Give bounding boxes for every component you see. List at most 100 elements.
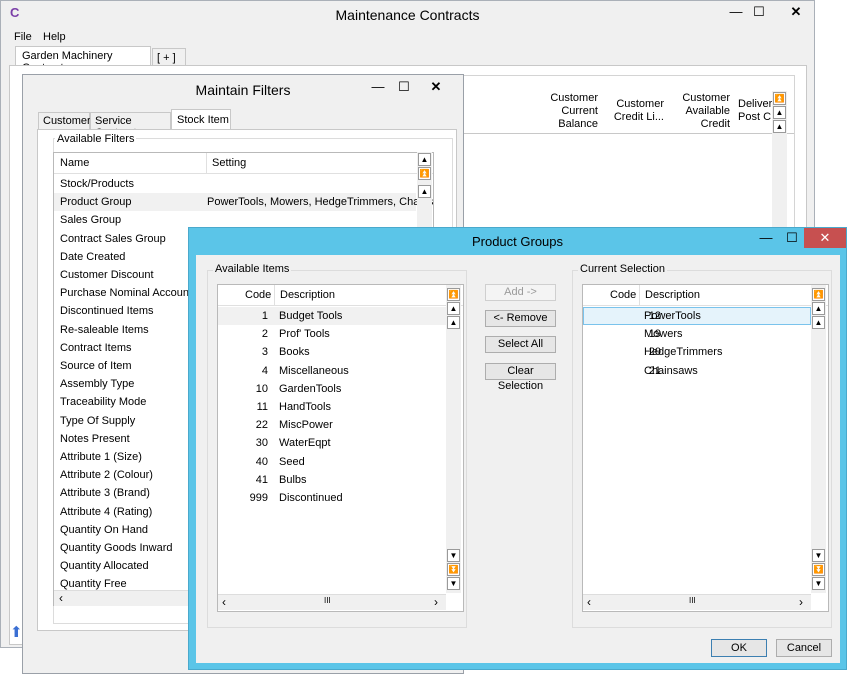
column-header-line: Balance bbox=[558, 118, 598, 130]
tab-add-new[interactable]: [ + ] bbox=[152, 48, 186, 66]
product-groups-titlebar[interactable]: Product Groups — ☐ ✕ bbox=[189, 228, 846, 254]
filter-name: Source of Item bbox=[60, 360, 132, 372]
available-item-row[interactable]: 1 Budget Tools bbox=[218, 307, 446, 325]
scroll-up-button[interactable]: ▲ bbox=[418, 153, 431, 166]
main-titlebar[interactable]: C Maintenance Contracts — ☐ ✕ bbox=[1, 1, 814, 29]
filter-name: Quantity Allocated bbox=[60, 560, 149, 573]
menu-help[interactable]: Help bbox=[43, 31, 66, 43]
clear-selection-button[interactable]: Clear Selection bbox=[485, 363, 556, 392]
column-setting[interactable]: Setting bbox=[206, 153, 246, 173]
filter-row[interactable]: Stock/Products bbox=[54, 175, 416, 193]
available-item-row[interactable]: 3 Books bbox=[218, 343, 446, 361]
scroll-up-button[interactable]: ▲ bbox=[418, 185, 431, 198]
scroll-down-button[interactable]: ▼ bbox=[812, 577, 825, 590]
tab-stock-item[interactable]: Stock Item bbox=[171, 109, 231, 130]
scroll-top-button[interactable]: ⏫ bbox=[812, 288, 825, 301]
column-code[interactable]: Code bbox=[245, 285, 271, 305]
item-code: 40 bbox=[255, 455, 268, 468]
current-selection-label: Current Selection bbox=[578, 263, 667, 275]
scroll-up-button[interactable]: ▲ bbox=[447, 316, 460, 329]
tab-garden-machinery-contracts[interactable]: Garden Machinery Contracts bbox=[15, 46, 151, 74]
scroll-left-button[interactable]: ‹ bbox=[587, 595, 591, 609]
selected-item-row[interactable]: 20 HedgeTrimmers bbox=[583, 343, 811, 361]
filters-titlebar[interactable]: Maintain Filters — ☐ ✕ bbox=[23, 75, 463, 103]
available-item-row[interactable]: 30 WaterEqpt bbox=[218, 434, 446, 452]
filter-name: Attribute 4 (Rating) bbox=[60, 505, 153, 518]
scroll-up-button[interactable]: ▲ bbox=[773, 120, 786, 133]
column-header-line: Post C bbox=[738, 111, 772, 123]
ok-button[interactable]: OK bbox=[711, 639, 767, 657]
scroll-down-button[interactable]: ▼ bbox=[812, 549, 825, 562]
home-icon[interactable]: ⬆ bbox=[10, 623, 23, 641]
available-item-row[interactable]: 999 Discontinued bbox=[218, 489, 446, 507]
menu-file[interactable]: File bbox=[14, 31, 32, 43]
scroll-up-button[interactable]: ▲ bbox=[812, 316, 825, 329]
scroll-bottom-button[interactable]: ⏬ bbox=[812, 563, 825, 576]
scroll-up-button[interactable]: ▲ bbox=[773, 106, 786, 119]
filter-row[interactable]: Product Group PowerTools, Mowers, HedgeTr… bbox=[54, 193, 433, 212]
dialog-close-button[interactable]: ✕ bbox=[804, 228, 846, 248]
remove-button[interactable]: <- Remove bbox=[485, 310, 556, 327]
filter-name: Type Of Supply bbox=[60, 414, 136, 427]
filters-maximize-button[interactable]: ☐ bbox=[389, 77, 419, 97]
available-item-row[interactable]: 22 MiscPower bbox=[218, 416, 446, 434]
dialog-maximize-button[interactable]: ☐ bbox=[777, 228, 807, 248]
product-groups-body: Available Items Code Description 1 Budget… bbox=[196, 255, 840, 663]
available-horizontal-scrollbar[interactable]: ‹ III › bbox=[218, 594, 446, 610]
column-name[interactable]: Name bbox=[60, 153, 89, 173]
scroll-up-button[interactable]: ▲ bbox=[812, 302, 825, 315]
cancel-button[interactable]: Cancel bbox=[776, 639, 832, 657]
available-item-row[interactable]: 40 Seed bbox=[218, 453, 446, 471]
column-available-credit[interactable]: Customer Available Credit bbox=[668, 92, 730, 131]
scroll-right-button[interactable]: › bbox=[799, 595, 803, 609]
column-header-line: Customer bbox=[682, 92, 730, 104]
filter-name: Traceability Mode bbox=[60, 396, 147, 409]
scroll-up-button[interactable]: ▲ bbox=[447, 302, 460, 315]
selected-item-row[interactable]: 12 PowerTools bbox=[583, 307, 811, 325]
filter-setting: PowerTools, Mowers, HedgeTrimmers, Chain… bbox=[207, 196, 434, 209]
available-item-row[interactable]: 10 GardenTools bbox=[218, 380, 446, 398]
scroll-top-button[interactable]: ⏫ bbox=[773, 92, 786, 105]
column-description[interactable]: Description bbox=[274, 285, 335, 305]
scroll-bottom-button[interactable]: ⏬ bbox=[447, 563, 460, 576]
tab-customer[interactable]: Customer bbox=[38, 112, 91, 129]
item-description: HedgeTrimmers bbox=[644, 346, 723, 359]
selection-vertical-scrollbar[interactable]: ⏫ ▲ ▲ ▼ ⏬ ▼ bbox=[811, 285, 826, 593]
column-header-line: Customer bbox=[550, 92, 598, 104]
scroll-down-button[interactable]: ▼ bbox=[447, 577, 460, 590]
column-code[interactable]: Code bbox=[610, 285, 636, 305]
available-item-row[interactable]: 41 Bulbs bbox=[218, 471, 446, 489]
grid-header: Customer Current Balance Customer Credit… bbox=[442, 91, 794, 134]
add-button[interactable]: Add -> bbox=[485, 284, 556, 301]
current-selection-grid: Code Description 12 PowerTools 19 Mowers 20 H… bbox=[582, 284, 829, 612]
filter-name: Product Group bbox=[60, 196, 132, 209]
grid-vertical-scrollbar[interactable]: ⏫ ▲ ▲ bbox=[772, 91, 787, 246]
item-description: Miscellaneous bbox=[279, 364, 349, 377]
available-vertical-scrollbar[interactable]: ⏫ ▲ ▲ ▼ ⏬ ▼ bbox=[446, 285, 461, 593]
column-description[interactable]: Description bbox=[639, 285, 700, 305]
item-description: Discontinued bbox=[279, 492, 343, 504]
scroll-left-button[interactable]: ‹ bbox=[59, 591, 63, 605]
column-credit-limit[interactable]: Customer Credit Li... bbox=[602, 98, 664, 124]
selection-horizontal-scrollbar[interactable]: ‹ III › bbox=[583, 594, 811, 610]
scroll-top-button[interactable]: ⏫ bbox=[418, 167, 431, 180]
scroll-down-button[interactable]: ▼ bbox=[447, 549, 460, 562]
filters-close-button[interactable]: ✕ bbox=[421, 77, 451, 97]
selected-item-row[interactable]: 21 Chainsaws bbox=[583, 362, 811, 380]
available-item-row[interactable]: 4 Miscellaneous bbox=[218, 362, 446, 380]
main-maximize-button[interactable]: ☐ bbox=[744, 2, 774, 22]
column-delivery-postcode[interactable]: Deliver Post C bbox=[738, 98, 772, 124]
tab-service-contract[interactable]: Service Contract bbox=[90, 112, 171, 139]
scroll-top-button[interactable]: ⏫ bbox=[447, 288, 460, 301]
scroll-right-button[interactable]: › bbox=[434, 595, 438, 609]
main-close-button[interactable]: ✕ bbox=[781, 2, 811, 22]
column-current-balance[interactable]: Customer Current Balance bbox=[530, 92, 598, 131]
filter-name: Attribute 2 (Colour) bbox=[60, 469, 153, 482]
available-item-row[interactable]: 2 Prof' Tools bbox=[218, 325, 446, 343]
available-item-row[interactable]: 11 HandTools bbox=[218, 398, 446, 416]
select-all-button[interactable]: Select All bbox=[485, 336, 556, 353]
item-code: 41 bbox=[255, 473, 268, 486]
filters-horizontal-scrollbar[interactable]: ‹ bbox=[54, 590, 204, 606]
selected-item-row[interactable]: 19 Mowers bbox=[583, 325, 811, 343]
scroll-left-button[interactable]: ‹ bbox=[222, 595, 226, 609]
